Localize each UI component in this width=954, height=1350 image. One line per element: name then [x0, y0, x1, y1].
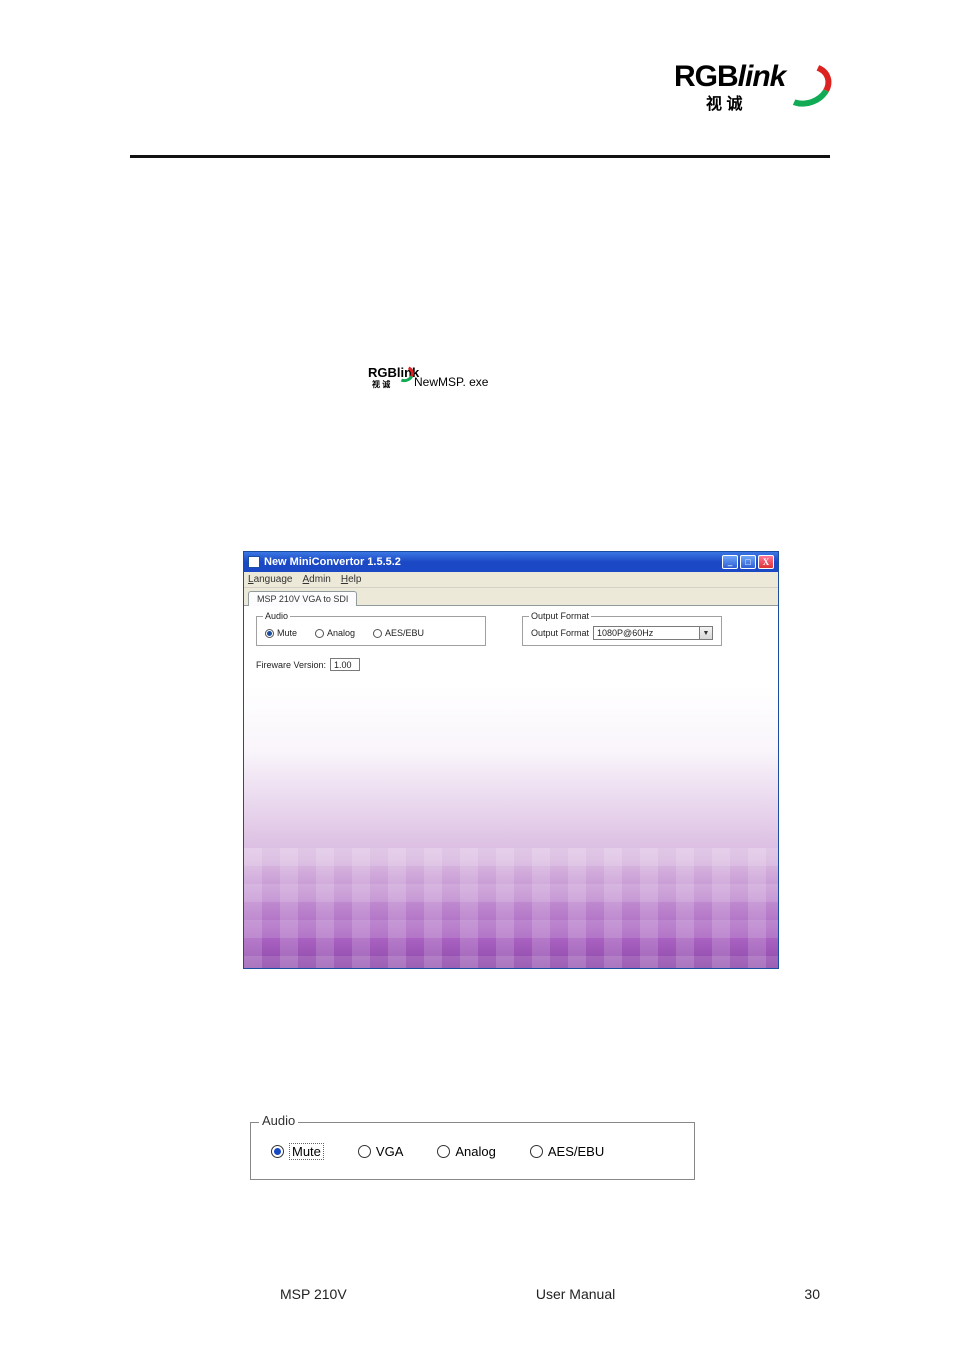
page-footer: MSP 210V User Manual 30 [130, 1286, 830, 1302]
header-divider [130, 155, 830, 158]
maximize-button[interactable]: □ [740, 555, 756, 569]
zoom-radio-analog[interactable]: Analog [437, 1144, 495, 1159]
radio-mute-label: Mute [277, 628, 297, 638]
zoom-mute-label: Mute [289, 1143, 324, 1160]
brand-logo: RGBlink 视 诚 [674, 60, 824, 115]
radio-icon [358, 1145, 371, 1158]
tab-msp210v[interactable]: MSP 210V VGA to SDI [248, 591, 357, 606]
document-page: RGBlink 视 诚 RGBlink 视 诚 NewMSP. exe New … [0, 0, 954, 1350]
minimize-button[interactable]: _ [722, 555, 738, 569]
footer-model: MSP 210V [130, 1286, 347, 1302]
zoom-vga-label: VGA [376, 1144, 403, 1159]
audio-zoom-legend: Audio [259, 1113, 298, 1128]
brand-cn: 视 诚 [706, 90, 742, 114]
exe-logo-icon: RGBlink 视 诚 [368, 365, 408, 399]
radio-aesebu-label: AES/EBU [385, 628, 424, 638]
brand-text-right: link [738, 60, 786, 94]
mini-brand-cn: 视 诚 [372, 379, 390, 390]
output-format-groupbox: Output Format Output Format 1080P@60Hz ▼ [522, 616, 722, 646]
zoom-aesebu-label: AES/EBU [548, 1144, 604, 1159]
window-title: New MiniConvertor 1.5.5.2 [264, 556, 718, 568]
audio-groupbox: Audio Mute Analog AES/EBU [256, 616, 486, 646]
radio-icon [437, 1145, 450, 1158]
zoom-radio-mute[interactable]: Mute [271, 1143, 324, 1160]
audio-legend: Audio [263, 611, 290, 621]
output-format-value: 1080P@60Hz [597, 628, 653, 638]
output-legend: Output Format [529, 611, 591, 621]
exe-file-icon-row: RGBlink 视 诚 NewMSP. exe [368, 365, 488, 399]
audio-zoom-row: Mute VGA Analog AES/EBU [251, 1123, 694, 1179]
footer-doc-title: User Manual [536, 1286, 615, 1302]
radio-mute[interactable]: Mute [265, 628, 297, 638]
radio-analog-label: Analog [327, 628, 355, 638]
output-format-label: Output Format [531, 628, 589, 638]
exe-filename: NewMSP. exe [414, 375, 488, 389]
audio-groupbox-zoom: Audio Mute VGA Analog AES/EBU [250, 1122, 695, 1180]
app-window: New MiniConvertor 1.5.5.2 _ □ X Language… [243, 551, 779, 969]
app-body: Audio Mute Analog AES/EBU Output Format … [244, 606, 778, 968]
footer-page-number: 30 [804, 1286, 830, 1302]
brand-text-left: RGB [674, 60, 738, 94]
radio-analog[interactable]: Analog [315, 628, 355, 638]
radio-icon [265, 629, 274, 638]
menu-help[interactable]: Help [341, 574, 362, 585]
output-format-combo[interactable]: 1080P@60Hz ▼ [593, 626, 713, 640]
titlebar: New MiniConvertor 1.5.5.2 _ □ X [244, 552, 778, 572]
firmware-version-row: Fireware Version: 1.00 [256, 658, 360, 671]
tab-strip: MSP 210V VGA to SDI [244, 588, 778, 606]
firmware-value: 1.00 [334, 660, 352, 670]
app-icon [248, 556, 260, 568]
radio-icon [530, 1145, 543, 1158]
menu-admin[interactable]: Admin [303, 574, 331, 585]
firmware-value-box: 1.00 [330, 658, 360, 671]
window-buttons: _ □ X [722, 555, 774, 569]
radio-icon [373, 629, 382, 638]
zoom-analog-label: Analog [455, 1144, 495, 1159]
zoom-radio-aesebu[interactable]: AES/EBU [530, 1144, 604, 1159]
chevron-down-icon: ▼ [699, 627, 712, 639]
radio-icon [315, 629, 324, 638]
radio-icon [271, 1145, 284, 1158]
firmware-label: Fireware Version: [256, 660, 326, 670]
close-button[interactable]: X [758, 555, 774, 569]
menu-language[interactable]: Language [248, 574, 293, 585]
mini-brand-left: RGB [368, 365, 397, 380]
zoom-radio-vga[interactable]: VGA [358, 1144, 403, 1159]
radio-aesebu[interactable]: AES/EBU [373, 628, 424, 638]
menubar: Language Admin Help [244, 572, 778, 588]
